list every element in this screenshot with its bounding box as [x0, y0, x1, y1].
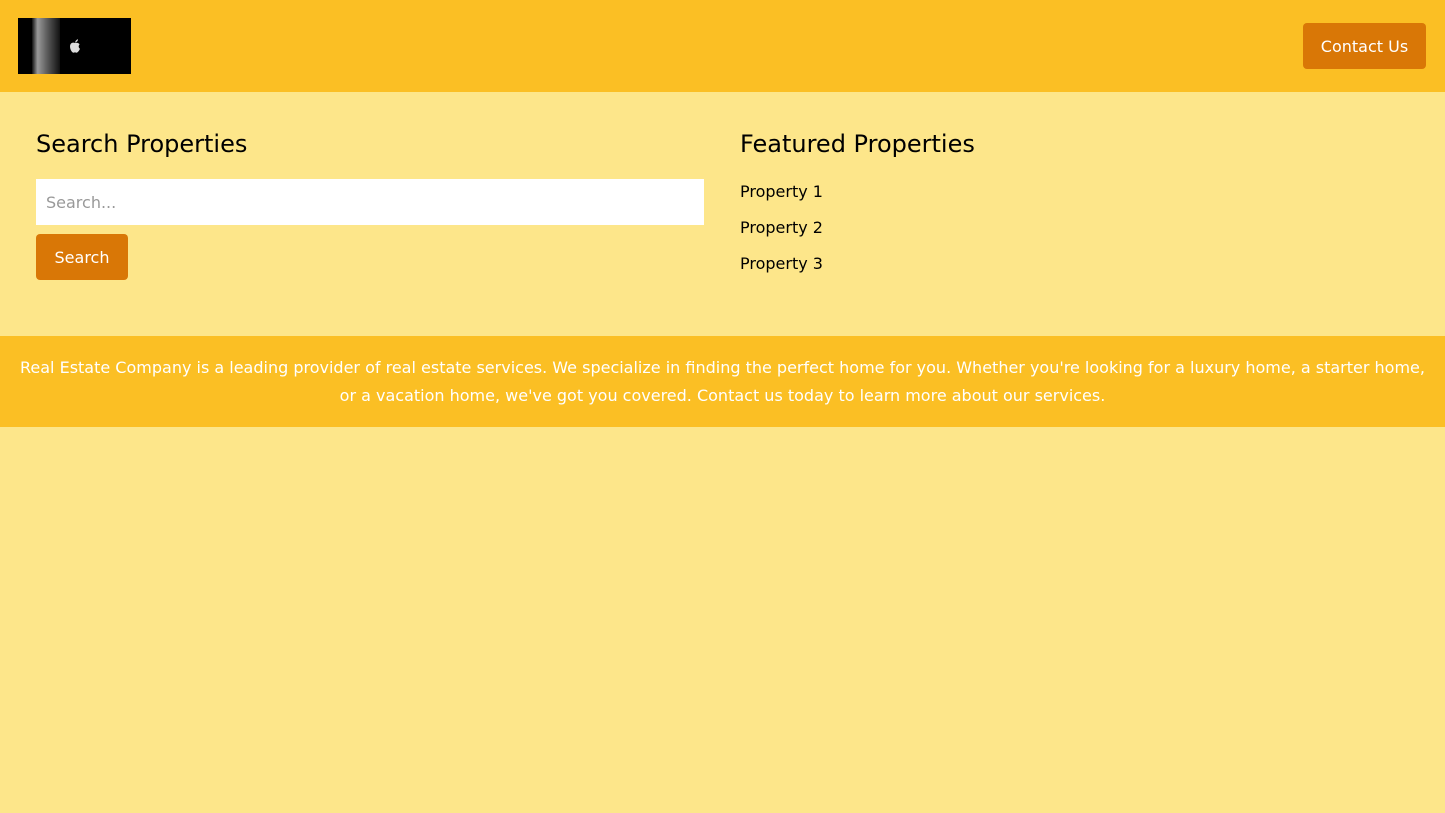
- logo-shine: [32, 18, 60, 74]
- contact-us-button[interactable]: Contact Us: [1303, 23, 1426, 69]
- logo[interactable]: [18, 18, 131, 74]
- apple-logo-icon: [70, 39, 80, 53]
- search-section: Search Properties Search: [36, 129, 704, 336]
- site-footer: Real Estate Company is a leading provide…: [0, 336, 1445, 427]
- search-title: Search Properties: [36, 130, 248, 158]
- search-input[interactable]: [36, 179, 704, 225]
- property-item[interactable]: Property 2: [740, 215, 1409, 251]
- site-header: Contact Us: [0, 0, 1445, 92]
- featured-title: Featured Properties: [740, 130, 975, 158]
- footer-text: Real Estate Company is a leading provide…: [20, 357, 1425, 405]
- main-content: Search Properties Search Featured Proper…: [0, 92, 1445, 336]
- featured-section: Featured Properties Property 1 Property …: [740, 129, 1409, 336]
- property-list: Property 1 Property 2 Property 3: [740, 179, 1409, 287]
- property-item[interactable]: Property 3: [740, 251, 1409, 287]
- search-button[interactable]: Search: [36, 234, 128, 280]
- property-item[interactable]: Property 1: [740, 179, 1409, 215]
